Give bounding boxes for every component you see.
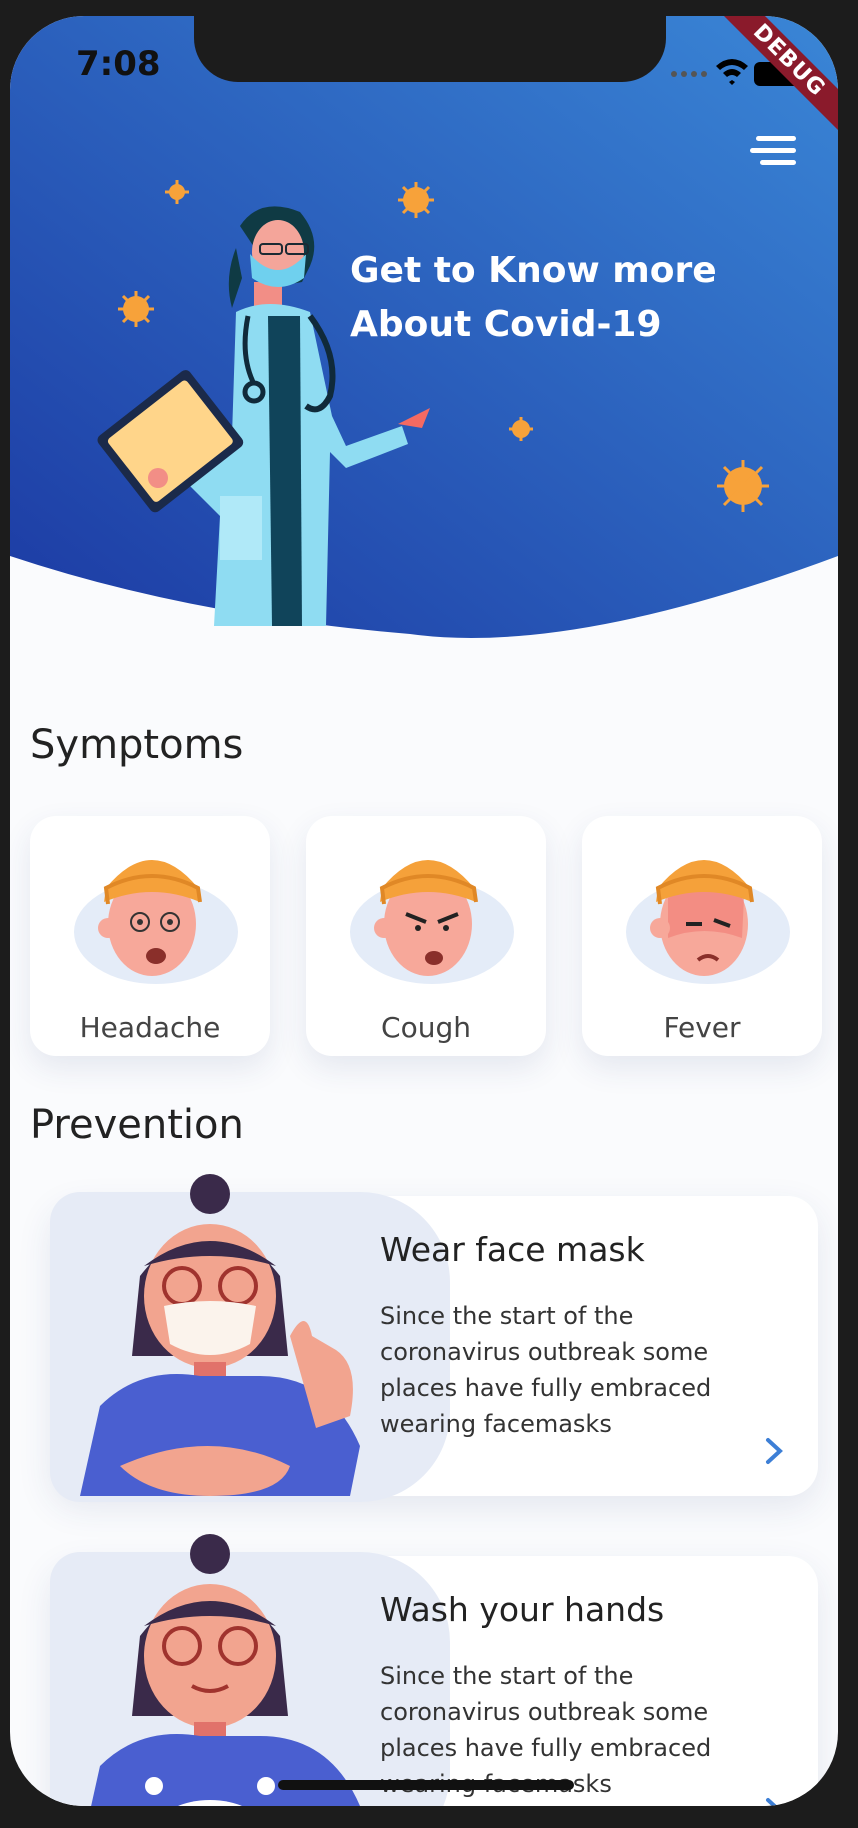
symptom-card-headache[interactable]: Headache <box>30 816 270 1056</box>
phone-frame: 7:08 DEBUG Get to Know more About Covid-… <box>0 0 858 1828</box>
symptoms-title: Symptoms <box>30 722 244 768</box>
prevention-card-hands[interactable]: Wash your hands Since the start of the c… <box>50 1534 818 1806</box>
card-title: Wash your hands <box>380 1590 665 1629</box>
hero-title-line1: Get to Know more <box>350 250 717 291</box>
symptom-card-cough[interactable]: Cough <box>306 816 546 1056</box>
hero-title: Get to Know more About Covid-19 <box>350 244 770 352</box>
app-screen: 7:08 DEBUG Get to Know more About Covid-… <box>10 16 838 1806</box>
cough-icon <box>350 860 514 984</box>
girl-hands-illustration <box>91 1534 360 1806</box>
prevention-card-mask[interactable]: Wear face mask Since the start of the co… <box>50 1174 818 1502</box>
symptom-label: Cough <box>381 1011 471 1044</box>
debug-label: DEBUG <box>718 16 838 131</box>
fever-icon <box>626 860 790 984</box>
hero-title-line2: About Covid-19 <box>350 304 662 345</box>
symptom-label: Fever <box>663 1011 741 1044</box>
card-description: Since the start of the coronavirus outbr… <box>380 1302 712 1438</box>
symptom-card-fever[interactable]: Fever <box>582 816 822 1056</box>
device-notch <box>194 16 666 82</box>
girl-mask-illustration <box>80 1174 360 1496</box>
status-time: 7:08 <box>76 44 161 84</box>
home-indicator[interactable] <box>278 1780 574 1790</box>
debug-banner: DEBUG <box>718 16 838 136</box>
chevron-right-icon[interactable] <box>762 1436 788 1466</box>
prevention-title: Prevention <box>30 1102 244 1148</box>
headache-icon <box>74 860 238 984</box>
symptom-label: Headache <box>79 1011 221 1044</box>
card-title: Wear face mask <box>380 1230 645 1269</box>
chevron-right-icon[interactable] <box>762 1796 788 1806</box>
menu-icon[interactable] <box>750 134 798 170</box>
